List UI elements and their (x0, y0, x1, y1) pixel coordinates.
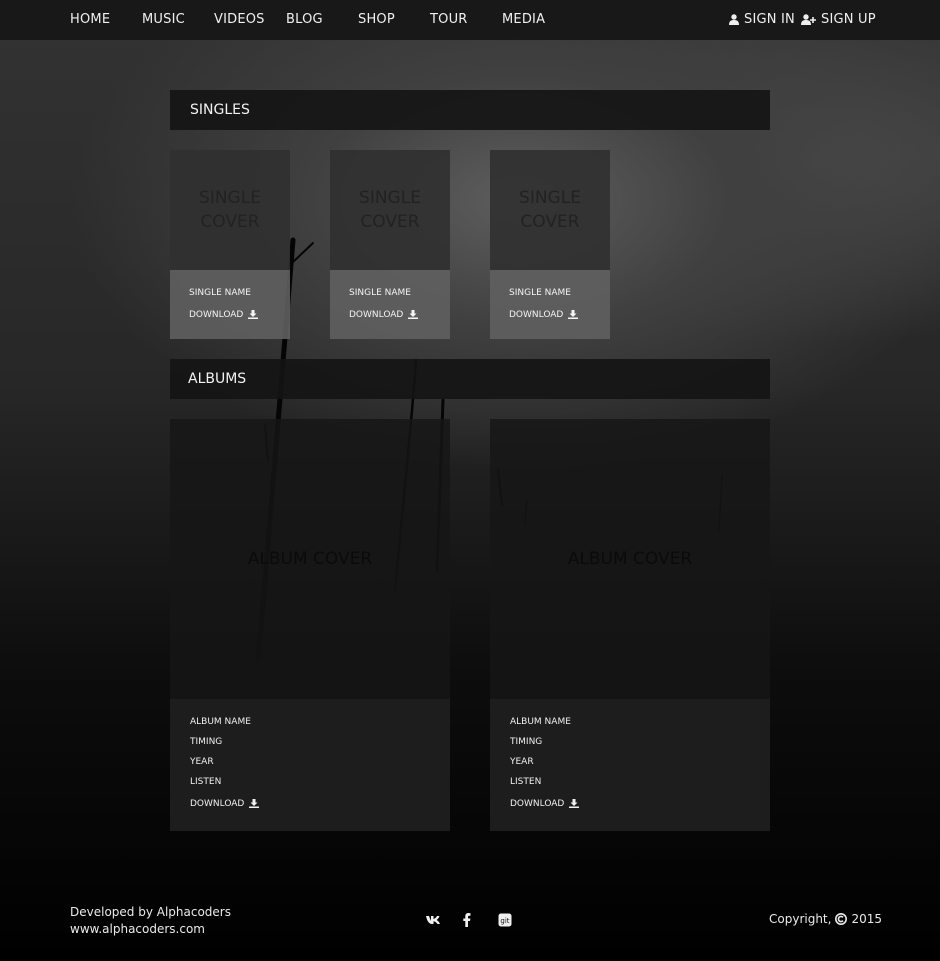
copyright-label: Copyright, (769, 912, 832, 926)
singles-header: SINGLES (170, 90, 770, 130)
download-icon (248, 310, 259, 319)
download-label: DOWNLOAD (349, 310, 404, 320)
sign-up-label: SIGN UP (821, 12, 876, 27)
albums-header: ALBUMS (170, 359, 770, 399)
vk-icon[interactable] (426, 912, 442, 928)
top-nav: HOME MUSIC VIDEOS BLOG SHOP TOUR MEDIA S… (0, 0, 940, 40)
single-download-link[interactable]: DOWNLOAD (349, 310, 450, 332)
sign-in-link[interactable]: SIGN IN (729, 12, 795, 27)
download-icon (569, 799, 580, 808)
single-cover[interactable]: SINGLE COVER (490, 150, 610, 270)
copyright-year: 2015 (851, 912, 882, 926)
album-year: YEAR (510, 757, 534, 767)
single-meta: SINGLE NAME DOWNLOAD (490, 270, 610, 339)
download-label: DOWNLOAD (189, 310, 244, 320)
album-meta: ALBUM NAME TIMING YEAR LISTEN DOWNLOAD (170, 699, 450, 831)
album-cover-text: ALBUM COVER (247, 549, 373, 569)
album-meta: ALBUM NAME TIMING YEAR LISTEN DOWNLOAD (490, 699, 770, 831)
single-cover[interactable]: SINGLE COVER (330, 150, 450, 270)
album-timing: TIMING (510, 737, 543, 747)
download-label: DOWNLOAD (510, 799, 565, 809)
album-card: ALBUM COVER ALBUM NAME TIMING YEAR LISTE… (490, 419, 770, 831)
sign-up-link[interactable]: SIGN UP (801, 12, 876, 27)
download-icon (568, 310, 579, 319)
single-cover[interactable]: SINGLE COVER (170, 150, 290, 270)
download-icon (408, 310, 419, 319)
nav-shop[interactable]: SHOP (358, 12, 395, 27)
single-cover-text: SINGLE (199, 188, 261, 208)
album-year: YEAR (190, 757, 214, 767)
single-card: SINGLE COVER SINGLE NAME DOWNLOAD (330, 150, 450, 339)
single-cover-text: SINGLE (359, 188, 421, 208)
background-trees (255, 237, 723, 663)
album-name: ALBUM NAME (510, 717, 571, 727)
single-name: SINGLE NAME (349, 288, 411, 298)
copyright: Copyright, 2015 (769, 912, 882, 926)
album-cover-text: ALBUM COVER (567, 549, 693, 569)
singles-title: SINGLES (190, 102, 250, 118)
single-cover-text: COVER (200, 212, 260, 232)
single-download-link[interactable]: DOWNLOAD (189, 310, 290, 332)
nav-videos[interactable]: VIDEOS (214, 12, 265, 27)
single-name: SINGLE NAME (509, 288, 571, 298)
user-plus-icon (801, 14, 816, 25)
download-icon (249, 799, 260, 808)
album-download-link[interactable]: DOWNLOAD (510, 799, 770, 819)
single-name: SINGLE NAME (189, 288, 251, 298)
footer: Developed by Alphacoders www.alphacoders… (0, 900, 940, 961)
nav-home[interactable]: HOME (70, 12, 110, 27)
developed-by: Developed by Alphacoders (70, 905, 231, 919)
download-label: DOWNLOAD (190, 799, 245, 809)
album-card: ALBUM COVER ALBUM NAME TIMING YEAR LISTE… (170, 419, 450, 831)
user-icon (729, 14, 739, 25)
album-cover[interactable]: ALBUM COVER (170, 419, 450, 699)
facebook-icon[interactable] (459, 912, 475, 928)
nav-music[interactable]: MUSIC (142, 12, 185, 27)
footer-credits: Developed by Alphacoders www.alphacoders… (70, 904, 231, 938)
single-cover-text: COVER (520, 212, 580, 232)
album-listen-link[interactable]: LISTEN (510, 777, 770, 797)
nav-media[interactable]: MEDIA (502, 12, 545, 27)
single-cover-text: SINGLE (519, 188, 581, 208)
album-download-link[interactable]: DOWNLOAD (190, 799, 450, 819)
nav-tour[interactable]: TOUR (430, 12, 468, 27)
single-cover-text: COVER (360, 212, 420, 232)
svg-text:git: git (500, 917, 509, 925)
album-timing: TIMING (190, 737, 223, 747)
website-link[interactable]: www.alphacoders.com (70, 921, 231, 938)
single-download-link[interactable]: DOWNLOAD (509, 310, 610, 332)
sign-in-label: SIGN IN (744, 12, 795, 27)
nav-blog[interactable]: BLOG (286, 12, 323, 27)
album-name: ALBUM NAME (190, 717, 251, 727)
single-card: SINGLE COVER SINGLE NAME DOWNLOAD (490, 150, 610, 339)
single-meta: SINGLE NAME DOWNLOAD (330, 270, 450, 339)
single-card: SINGLE COVER SINGLE NAME DOWNLOAD (170, 150, 290, 339)
download-label: DOWNLOAD (509, 310, 564, 320)
git-icon[interactable]: git (497, 912, 513, 928)
album-cover[interactable]: ALBUM COVER (490, 419, 770, 699)
albums-title: ALBUMS (188, 371, 247, 387)
album-listen-link[interactable]: LISTEN (190, 777, 450, 797)
single-meta: SINGLE NAME DOWNLOAD (170, 270, 290, 339)
copyright-icon (835, 913, 848, 925)
